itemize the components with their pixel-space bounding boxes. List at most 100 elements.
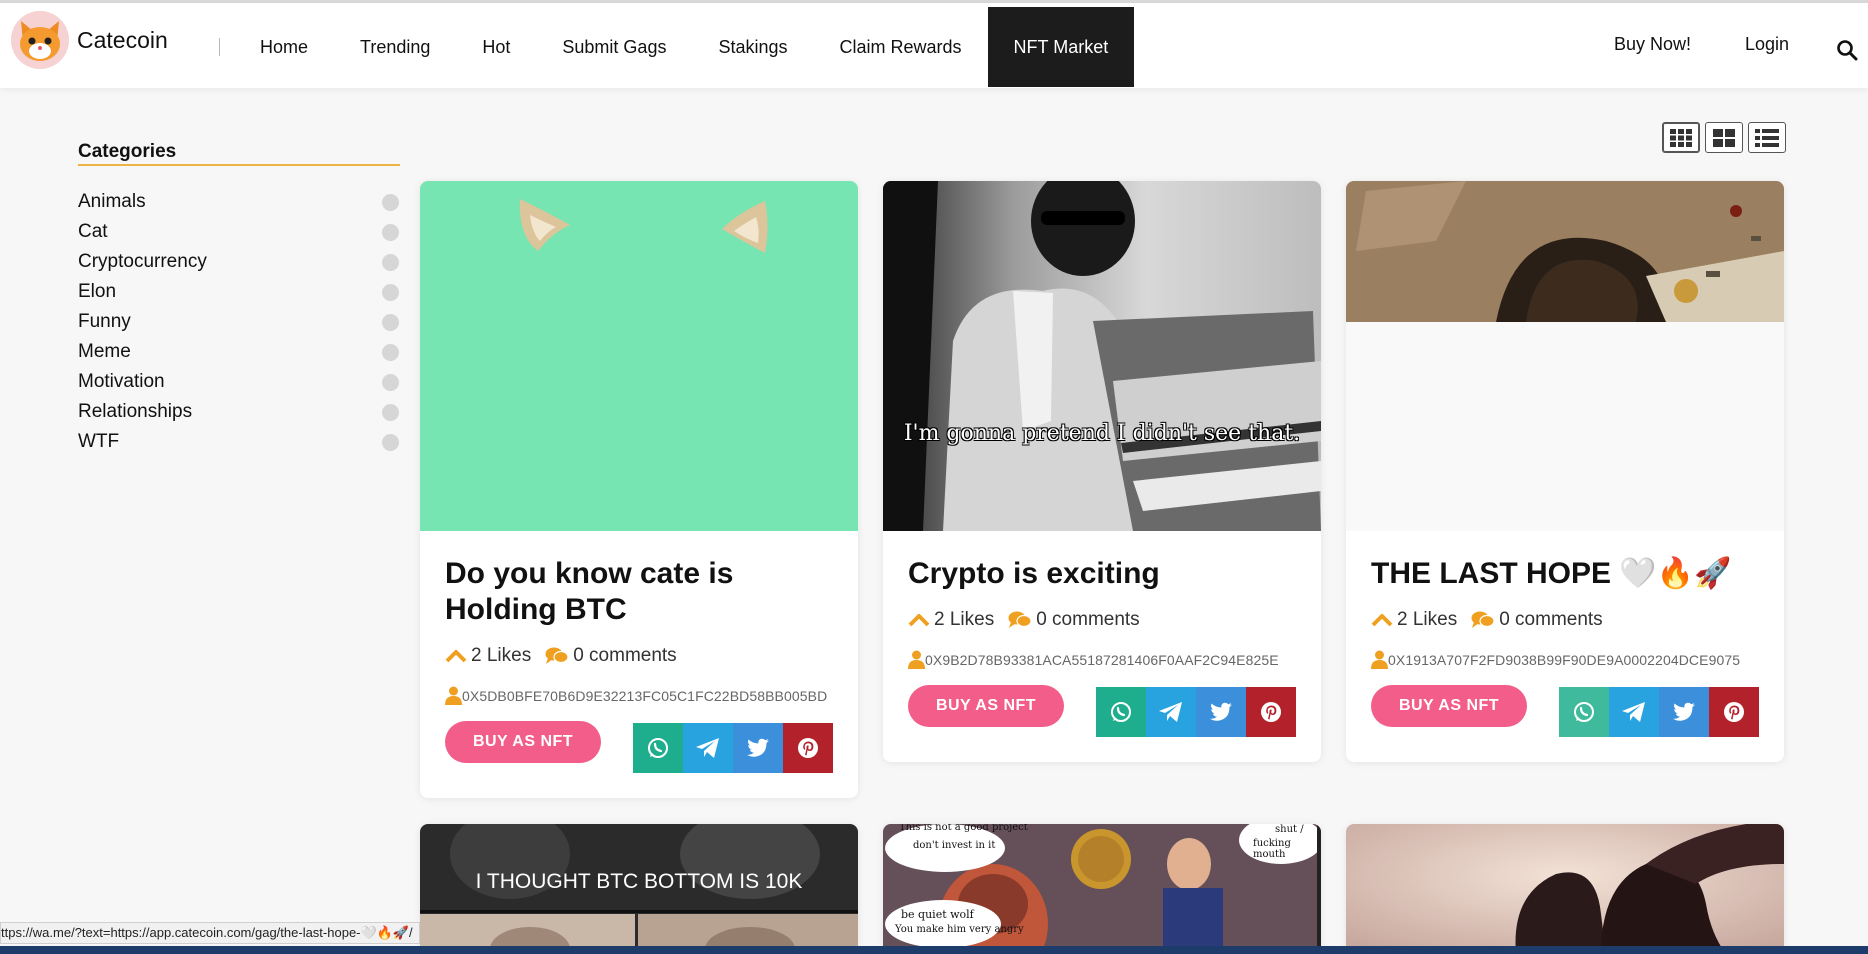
category-dot: [382, 373, 399, 391]
category-label: WTF: [78, 431, 120, 452]
share-buttons: [1096, 687, 1296, 737]
category-label: Cryptocurrency: [78, 251, 207, 272]
user-icon: [1371, 650, 1388, 669]
category-item-motivation[interactable]: Motivation: [78, 367, 400, 397]
gag-stats: 2 Likes 0 comments: [908, 609, 1140, 631]
category-dot: [382, 253, 399, 271]
comments-icon[interactable]: [1008, 610, 1032, 630]
category-label: Animals: [78, 191, 146, 212]
gag-title[interactable]: Do you know cate is Holding BTC: [445, 556, 845, 628]
gag-image[interactable]: [1346, 824, 1784, 954]
gag-stats: 2 Likes 0 comments: [1371, 609, 1603, 631]
category-item-cat[interactable]: Cat: [78, 217, 400, 247]
category-item-funny[interactable]: Funny: [78, 307, 400, 337]
site-header: Catecoin Home Trending Hot Submit Gags S…: [0, 3, 1868, 88]
likes-chevron-icon[interactable]: [1371, 613, 1393, 627]
telegram-icon[interactable]: [1609, 687, 1659, 737]
gag-card[interactable]: I THOUGHT BTC BOTTOM IS 10K: [420, 824, 858, 954]
pinterest-icon[interactable]: [1709, 687, 1759, 737]
buy-as-nft-button[interactable]: BUY AS NFT: [445, 721, 601, 763]
image-caption: I'm gonna pretend I didn't see that.: [903, 421, 1301, 446]
category-item-relationships[interactable]: Relationships: [78, 397, 400, 427]
category-item-cryptocurrency[interactable]: Cryptocurrency: [78, 247, 400, 277]
header-separator: [219, 38, 220, 56]
category-dot: [382, 343, 399, 361]
gag-card[interactable]: [1346, 824, 1784, 954]
category-label: Motivation: [78, 371, 165, 392]
nav-hot[interactable]: Hot: [456, 7, 536, 87]
category-label: Elon: [78, 281, 117, 302]
owner-address-row: 0X5DB0BFE70B6D9E32213FC05C1FC22BD58BB005…: [445, 686, 827, 705]
likes-chevron-icon[interactable]: [445, 649, 467, 663]
share-buttons: [1559, 687, 1759, 737]
gag-card[interactable]: I'm gonna pretend I didn't see that. Cry…: [883, 181, 1321, 762]
grid-3-icon[interactable]: [1662, 122, 1700, 153]
twitter-icon[interactable]: [733, 723, 783, 773]
buy-now-link[interactable]: Buy Now!: [1614, 34, 1691, 55]
owner-address: 0X9B2D78B93381ACA55187281406F0AAF2C94E82…: [925, 651, 1279, 668]
categories-list: Animals Cat Cryptocurrency Elon Funny Me…: [78, 187, 400, 457]
categories-title: Categories: [78, 141, 177, 162]
category-label: Relationships: [78, 401, 193, 422]
telegram-icon[interactable]: [1146, 687, 1196, 737]
user-icon: [445, 686, 462, 705]
whatsapp-icon[interactable]: [1096, 687, 1146, 737]
category-item-elon[interactable]: Elon: [78, 277, 400, 307]
twitter-icon[interactable]: [1196, 687, 1246, 737]
buy-as-nft-button[interactable]: BUY AS NFT: [1371, 685, 1527, 727]
os-taskbar: [0, 946, 1868, 954]
gag-card[interactable]: This is not a good project don't invest …: [883, 824, 1321, 954]
category-label: Funny: [78, 311, 131, 332]
gag-image[interactable]: [420, 181, 858, 531]
gag-title[interactable]: Crypto is exciting: [908, 556, 1308, 592]
image-caption: I THOUGHT BTC BOTTOM IS 10K: [475, 870, 803, 893]
speech-bubble-text: You make him very angry: [895, 924, 1024, 935]
list-icon[interactable]: [1748, 122, 1786, 153]
gag-card[interactable]: Do you know cate is Holding BTC 2 Likes …: [420, 181, 858, 798]
grid-2-icon[interactable]: [1705, 122, 1743, 153]
nav-submit-gags[interactable]: Submit Gags: [536, 7, 692, 87]
speech-bubble-text: This is not a good project: [899, 824, 1028, 833]
owner-address-row: 0X1913A707F2FD9038B99F90DE9A0002204DCE90…: [1371, 650, 1740, 669]
comments-icon[interactable]: [545, 646, 569, 666]
category-dot: [382, 283, 399, 301]
whatsapp-icon[interactable]: [633, 723, 683, 773]
pinterest-icon[interactable]: [783, 723, 833, 773]
browser-status-bar: ttps://wa.me/?text=https://app.catecoin.…: [0, 922, 420, 944]
telegram-icon[interactable]: [683, 723, 733, 773]
nav-trending[interactable]: Trending: [334, 7, 456, 87]
nav-stakings[interactable]: Stakings: [692, 7, 813, 87]
nav-nft-market[interactable]: NFT Market: [987, 7, 1135, 87]
category-label: Cat: [78, 221, 108, 242]
twitter-icon[interactable]: [1659, 687, 1709, 737]
gag-stats: 2 Likes 0 comments: [445, 645, 677, 667]
gag-image[interactable]: I'm gonna pretend I didn't see that.: [883, 181, 1321, 531]
category-dot: [382, 313, 399, 331]
categories-underline: [78, 164, 400, 166]
category-item-animals[interactable]: Animals: [78, 187, 400, 217]
search-icon[interactable]: [1836, 39, 1860, 63]
owner-address: 0X5DB0BFE70B6D9E32213FC05C1FC22BD58BB005…: [462, 687, 828, 704]
speech-bubble-text: shut /: [1275, 824, 1304, 835]
likes-count: 2 Likes: [1397, 609, 1458, 630]
category-label: Meme: [78, 341, 131, 362]
nav-home[interactable]: Home: [234, 7, 334, 87]
cat-logo-icon[interactable]: [11, 11, 69, 69]
brand-name[interactable]: Catecoin: [77, 27, 168, 54]
comments-count: 0 comments: [1499, 609, 1603, 630]
user-icon: [908, 650, 925, 669]
category-dot: [382, 223, 399, 241]
whatsapp-icon[interactable]: [1559, 687, 1609, 737]
comments-count: 0 comments: [573, 645, 677, 666]
gag-title[interactable]: THE LAST HOPE 🤍🔥🚀: [1371, 556, 1771, 592]
category-item-wtf[interactable]: WTF: [78, 427, 400, 457]
comments-icon[interactable]: [1471, 610, 1495, 630]
gag-image[interactable]: [1346, 181, 1784, 531]
likes-chevron-icon[interactable]: [908, 613, 930, 627]
gag-card[interactable]: THE LAST HOPE 🤍🔥🚀 2 Likes 0 comments 0X1…: [1346, 181, 1784, 762]
nav-claim-rewards[interactable]: Claim Rewards: [814, 7, 988, 87]
buy-as-nft-button[interactable]: BUY AS NFT: [908, 685, 1064, 727]
pinterest-icon[interactable]: [1246, 687, 1296, 737]
login-link[interactable]: Login: [1745, 34, 1789, 55]
category-item-meme[interactable]: Meme: [78, 337, 400, 367]
